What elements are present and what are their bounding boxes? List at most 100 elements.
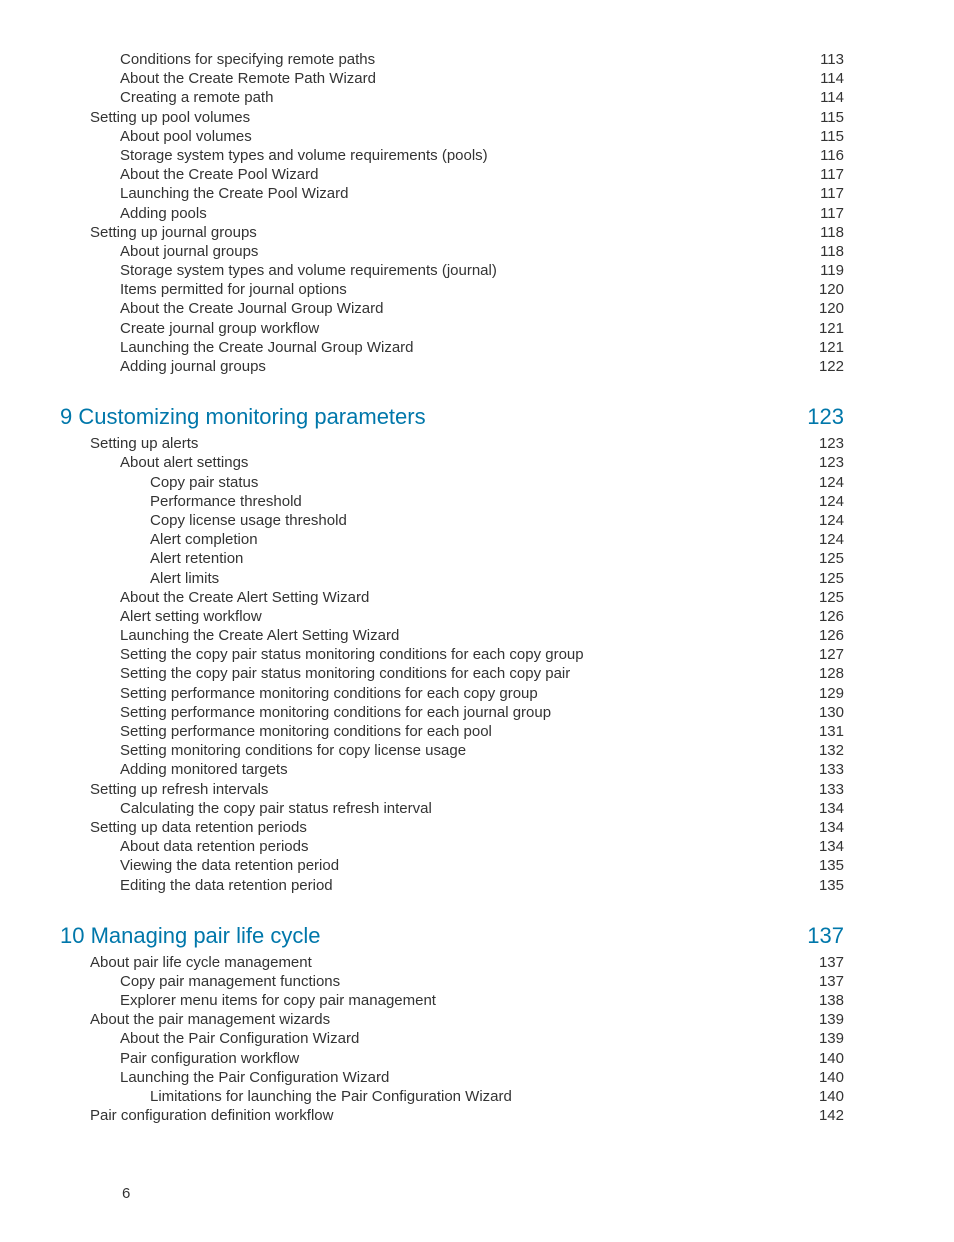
toc-entry[interactable]: Launching the Create Pool Wizard117 [60,184,844,203]
toc-entry-label: Launching the Create Alert Setting Wizar… [120,626,399,645]
toc-entry[interactable]: Storage system types and volume requirem… [60,146,844,165]
toc-entry[interactable]: Setting the copy pair status monitoring … [60,645,844,664]
toc-entry[interactable]: Launching the Pair Configuration Wizard1… [60,1068,844,1087]
toc-entry-label: Pair configuration workflow [120,1049,299,1068]
toc-page-number: 120 [819,299,844,318]
toc-entry-label: About pool volumes [120,127,252,146]
toc-page-number: 134 [819,799,844,818]
toc-entry[interactable]: About the Create Journal Group Wizard 120 [60,299,844,318]
toc-page-number: 117 [820,204,844,223]
toc-page-number: 124 [819,530,844,549]
toc-entry[interactable]: Copy license usage threshold124 [60,511,844,530]
toc-page-number: 134 [819,837,844,856]
toc-entry-label: About the Pair Configuration Wizard [120,1029,359,1048]
toc-entry-label: About journal groups [120,242,258,261]
toc-entry-label: Alert completion [150,530,258,549]
toc-page-number: 142 [819,1106,844,1125]
toc-entry-label: Alert limits [150,569,219,588]
toc-entry[interactable]: Adding monitored targets133 [60,760,844,779]
toc-chapter[interactable]: 10 Managing pair life cycle137 [60,923,844,949]
toc-entry[interactable]: Setting the copy pair status monitoring … [60,664,844,683]
toc-page-number: 128 [819,664,844,683]
toc-entry[interactable]: Creating a remote path114 [60,88,844,107]
toc-page-number: 118 [820,223,844,242]
toc-entry-label: Storage system types and volume requirem… [120,261,497,280]
toc-entry[interactable]: Setting up journal groups 118 [60,223,844,242]
toc-entry[interactable]: About the Create Alert Setting Wizard125 [60,588,844,607]
toc-page-number: 119 [820,261,844,280]
toc-entry[interactable]: About the Pair Configuration Wizard 139 [60,1029,844,1048]
toc-entry[interactable]: Alert retention125 [60,549,844,568]
toc-page-number: 140 [819,1087,844,1106]
toc-entry[interactable]: Adding journal groups122 [60,357,844,376]
toc-page-number: 137 [819,972,844,991]
toc-page-number: 132 [819,741,844,760]
toc-entry[interactable]: Setting performance monitoring condition… [60,703,844,722]
toc-entry[interactable]: Alert completion 124 [60,530,844,549]
toc-entry-label: Setting up pool volumes [90,108,250,127]
toc-entry-label: Setting performance monitoring condition… [120,703,551,722]
toc-entry[interactable]: About the pair management wizards139 [60,1010,844,1029]
toc-page-number: 130 [819,703,844,722]
toc-entry-label: Launching the Create Journal Group Wizar… [120,338,414,357]
toc-entry[interactable]: Performance threshold124 [60,492,844,511]
toc-entry[interactable]: About pair life cycle management137 [60,953,844,972]
toc-entry[interactable]: Items permitted for journal options120 [60,280,844,299]
toc-page-number: 126 [819,626,844,645]
toc-page-number: 139 [819,1029,844,1048]
toc-entry[interactable]: Copy pair management functions137 [60,972,844,991]
toc-chapter-label: 9 Customizing monitoring parameters [60,404,426,430]
toc-entry-label: Launching the Create Pool Wizard [120,184,348,203]
toc-entry[interactable]: About the Create Pool Wizard117 [60,165,844,184]
toc-entry[interactable]: Setting up data retention periods134 [60,818,844,837]
toc-entry-label: Alert setting workflow [120,607,262,626]
toc-entry[interactable]: Calculating the copy pair status refresh… [60,799,844,818]
toc-page-number: 138 [819,991,844,1010]
table-of-contents: Conditions for specifying remote paths11… [60,50,844,1125]
toc-page-number: 126 [819,607,844,626]
toc-entry[interactable]: Setting performance monitoring condition… [60,722,844,741]
toc-entry-label: Editing the data retention period [120,876,333,895]
toc-entry[interactable]: Storage system types and volume requirem… [60,261,844,280]
toc-entry[interactable]: Launching the Create Alert Setting Wizar… [60,626,844,645]
toc-entry[interactable]: Setting monitoring conditions for copy l… [60,741,844,760]
toc-entry[interactable]: About alert settings123 [60,453,844,472]
toc-entry-label: About alert settings [120,453,248,472]
toc-entry[interactable]: Setting up refresh intervals133 [60,780,844,799]
toc-entry-label: About the Create Pool Wizard [120,165,318,184]
toc-entry-label: Setting up journal groups [90,223,257,242]
toc-entry[interactable]: Conditions for specifying remote paths11… [60,50,844,69]
toc-entry[interactable]: About data retention periods134 [60,837,844,856]
toc-entry[interactable]: Viewing the data retention period135 [60,856,844,875]
toc-entry-label: Setting monitoring conditions for copy l… [120,741,466,760]
toc-entry[interactable]: Create journal group workflow121 [60,319,844,338]
toc-page: Conditions for specifying remote paths11… [0,0,954,1242]
toc-entry[interactable]: Copy pair status124 [60,473,844,492]
toc-entry[interactable]: Adding pools117 [60,204,844,223]
toc-entry[interactable]: Setting up pool volumes115 [60,108,844,127]
toc-entry-label: Creating a remote path [120,88,273,107]
toc-entry[interactable]: Pair configuration definition workflow 14… [60,1106,844,1125]
toc-entry[interactable]: Alert setting workflow 126 [60,607,844,626]
toc-entry-label: About pair life cycle management [90,953,312,972]
toc-entry-label: Alert retention [150,549,243,568]
toc-page-number: 125 [819,569,844,588]
toc-page-number: 113 [820,50,844,69]
toc-entry[interactable]: Editing the data retention period135 [60,876,844,895]
toc-entry[interactable]: Explorer menu items for copy pair manage… [60,991,844,1010]
toc-entry-label: Pair configuration definition workflow [90,1106,333,1125]
toc-entry[interactable]: Launching the Create Journal Group Wizar… [60,338,844,357]
toc-entry[interactable]: Limitations for launching the Pair Confi… [60,1087,844,1106]
toc-entry[interactable]: About pool volumes115 [60,127,844,146]
toc-page-number: 134 [819,818,844,837]
toc-entry[interactable]: Setting performance monitoring condition… [60,684,844,703]
toc-entry-label: Explorer menu items for copy pair manage… [120,991,436,1010]
toc-chapter[interactable]: 9 Customizing monitoring parameters123 [60,404,844,430]
toc-entry[interactable]: About journal groups118 [60,242,844,261]
toc-entry-label: About the Create Journal Group Wizard [120,299,383,318]
toc-entry-label: Viewing the data retention period [120,856,339,875]
toc-entry[interactable]: Pair configuration workflow140 [60,1049,844,1068]
toc-entry[interactable]: Setting up alerts123 [60,434,844,453]
toc-entry[interactable]: Alert limits 125 [60,569,844,588]
toc-entry[interactable]: About the Create Remote Path Wizard114 [60,69,844,88]
